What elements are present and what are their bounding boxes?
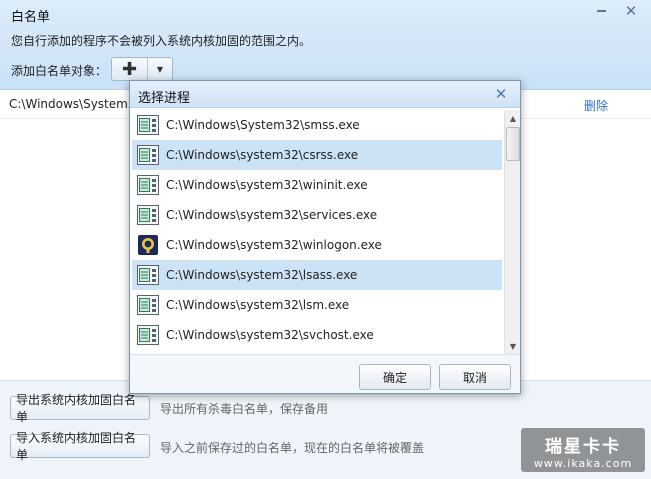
process-list[interactable]: C:\Windows\System32\smss.exe C:\Windows\s… — [132, 110, 504, 354]
scroll-up-icon[interactable]: ▲ — [505, 110, 521, 126]
window-close-button[interactable]: ✕ — [617, 1, 645, 21]
delete-link[interactable]: 删除 — [584, 97, 608, 114]
whitelist-description: 您自行添加的程序不会被列入系统内核加固的范围之内。 — [11, 34, 312, 48]
process-path: C:\Windows\system32\services.exe — [166, 208, 378, 222]
process-path: C:\Windows\system32\lsm.exe — [166, 298, 350, 312]
dialog-title: 选择进程 — [138, 91, 191, 106]
process-list-item[interactable]: C:\Windows\system32\services.exe — [132, 200, 502, 230]
app-window-icon — [137, 325, 159, 345]
process-list-item[interactable]: C:\Windows\System32\smss.exe — [132, 110, 502, 140]
ok-button[interactable]: 确定 — [359, 364, 431, 390]
app-window-icon — [137, 145, 159, 165]
close-icon: ✕ — [494, 85, 508, 103]
whitelist-item-path: C:\Windows\System3 — [9, 97, 136, 111]
dialog-titlebar: 选择进程 ✕ — [130, 81, 520, 108]
dialog-close-button[interactable]: ✕ — [488, 84, 514, 104]
process-path: C:\Windows\system32\winlogon.exe — [166, 238, 382, 252]
scroll-down-icon[interactable]: ▼ — [505, 338, 521, 354]
cancel-button[interactable]: 取消 — [439, 364, 511, 390]
process-list-item[interactable]: C:\Windows\system32\svchost.exe — [132, 320, 502, 350]
app-window-icon — [137, 295, 159, 315]
close-icon: ✕ — [624, 2, 638, 20]
minimize-button[interactable] — [587, 1, 615, 21]
process-list-item[interactable]: C:\Windows\system32\wininit.exe — [132, 170, 502, 200]
watermark-url: www.ikaka.com — [533, 457, 633, 470]
app-window-icon — [137, 205, 159, 225]
process-path: C:\Windows\system32\wininit.exe — [166, 178, 368, 192]
app-window-icon — [137, 265, 159, 285]
window-title: 白名单 — [11, 10, 51, 25]
add-whitelist-split-button[interactable]: ✚ ▼ — [111, 57, 173, 81]
process-list-scrollbar[interactable]: ▲ ▼ — [504, 110, 520, 354]
process-path: C:\Windows\system32\csrss.exe — [166, 148, 359, 162]
export-whitelist-button[interactable]: 导出系统内核加固白名单 — [10, 393, 150, 424]
process-list-item[interactable]: C:\Windows\system32\csrss.exe — [132, 140, 502, 170]
import-whitelist-button[interactable]: 导入系统内核加固白名单 — [10, 431, 150, 462]
process-list-item[interactable]: C:\Windows\system32\winlogon.exe — [132, 230, 502, 260]
select-process-dialog: 选择进程 ✕ C:\Windows\System32\smss.exe C:\Wi… — [129, 80, 521, 394]
ikaka-watermark: 瑞星卡卡 www.ikaka.com — [521, 428, 645, 472]
add-plus-icon[interactable]: ✚ — [112, 58, 148, 80]
add-whitelist-label: 添加白名单对象： — [11, 64, 108, 78]
process-list-item[interactable]: C:\Windows\system32\lsm.exe — [132, 290, 502, 320]
process-list-item[interactable]: C:\Windows\system32\lsass.exe — [132, 260, 502, 290]
scroll-thumb[interactable] — [506, 127, 520, 161]
chevron-down-icon[interactable]: ▼ — [148, 58, 172, 80]
dialog-footer: 确定 取消 — [130, 354, 520, 393]
app-window-icon — [137, 175, 159, 195]
import-note: 导入之前保存过的白名单，现在的白名单将被覆盖 — [160, 441, 425, 455]
process-path: C:\Windows\system32\svchost.exe — [166, 328, 374, 342]
window-header: 白名单 您自行添加的程序不会被列入系统内核加固的范围之内。 添加白名单对象： ✚… — [0, 0, 651, 90]
process-path: C:\Windows\system32\lsass.exe — [166, 268, 358, 282]
watermark-brand: 瑞星卡卡 — [545, 437, 621, 457]
app-window-icon — [137, 115, 159, 135]
winlogon-icon — [137, 235, 159, 255]
process-path: C:\Windows\System32\smss.exe — [166, 118, 360, 132]
minimize-icon — [596, 10, 606, 12]
export-note: 导出所有杀毒白名单，保存备用 — [160, 402, 329, 416]
